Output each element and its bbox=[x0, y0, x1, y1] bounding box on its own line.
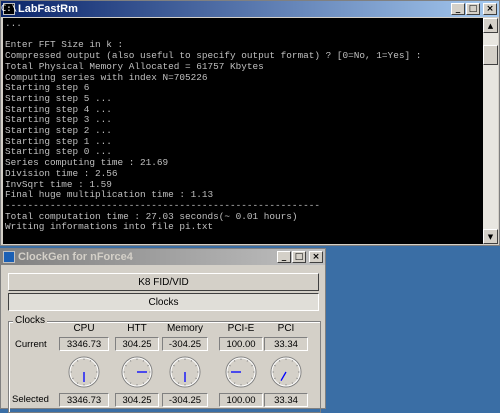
console-titlebar[interactable]: C:\ LabFastRm _ □ × bbox=[1, 1, 499, 17]
pci-current-value: 33.34 bbox=[264, 337, 308, 351]
memory-selected-value[interactable]: -304.25 bbox=[162, 393, 208, 407]
htt-selected-value[interactable]: 304.25 bbox=[115, 393, 159, 407]
cpu-current-value: 3346.73 bbox=[59, 337, 109, 351]
console-scrollbar[interactable]: ▲ ▼ bbox=[483, 18, 498, 244]
maximize-button[interactable]: □ bbox=[466, 3, 480, 15]
current-row-label: Current bbox=[15, 339, 47, 350]
selected-row-label: Selected bbox=[12, 394, 49, 405]
clockgen-window: ClockGen for nForce4 _ □ × K8 FID/VID Cl… bbox=[0, 248, 326, 413]
console-text: ... Enter FFT Size in k : Compressed out… bbox=[5, 18, 422, 244]
clocks-group: Clocks Current Selected CPU 3346.73 3346.7… bbox=[8, 315, 321, 413]
memory-current-value: -304.25 bbox=[162, 337, 208, 351]
pci-dial-icon bbox=[270, 356, 302, 388]
memory-dial-icon bbox=[169, 356, 201, 388]
scroll-down-button[interactable]: ▼ bbox=[483, 229, 498, 244]
pci-selected-value[interactable]: 33.34 bbox=[264, 393, 308, 407]
clocks-group-label: Clocks bbox=[13, 315, 48, 326]
cpu-dial-icon bbox=[68, 356, 100, 388]
clockgen-titlebar[interactable]: ClockGen for nForce4 _ □ × bbox=[1, 249, 325, 265]
close-button[interactable]: × bbox=[309, 251, 323, 263]
console-title: LabFastRm bbox=[18, 3, 78, 15]
pci-column-header: PCI bbox=[277, 323, 295, 334]
htt-current-value: 304.25 bbox=[115, 337, 159, 351]
htt-dial-icon bbox=[121, 356, 153, 388]
console-window: C:\ LabFastRm _ □ × ... Enter FFT Size i… bbox=[0, 0, 500, 246]
memory-column-header: Memory bbox=[166, 323, 204, 334]
k8-fid-vid-button[interactable]: K8 FID/VID bbox=[8, 273, 319, 291]
cpu-column-header: CPU bbox=[73, 323, 95, 334]
maximize-button[interactable]: □ bbox=[292, 251, 306, 263]
clocks-button[interactable]: Clocks bbox=[8, 293, 319, 311]
pci-e-selected-value[interactable]: 100.00 bbox=[219, 393, 263, 407]
clockgen-title: ClockGen for nForce4 bbox=[18, 251, 133, 263]
pci-e-current-value: 100.00 bbox=[219, 337, 263, 351]
scroll-thumb[interactable] bbox=[483, 45, 498, 65]
close-button[interactable]: × bbox=[483, 3, 497, 15]
console-output[interactable]: ... Enter FFT Size in k : Compressed out… bbox=[3, 18, 485, 244]
console-app-icon: C:\ bbox=[0, 3, 18, 15]
minimize-button[interactable]: _ bbox=[277, 251, 291, 263]
minimize-button[interactable]: _ bbox=[451, 3, 465, 15]
pci-e-dial-icon bbox=[225, 356, 257, 388]
pci-e-column-header: PCI-E bbox=[227, 323, 255, 334]
scroll-up-button[interactable]: ▲ bbox=[483, 18, 498, 33]
clockgen-app-icon bbox=[3, 251, 15, 263]
htt-column-header: HTT bbox=[127, 323, 147, 334]
cpu-selected-value[interactable]: 3346.73 bbox=[59, 393, 109, 407]
